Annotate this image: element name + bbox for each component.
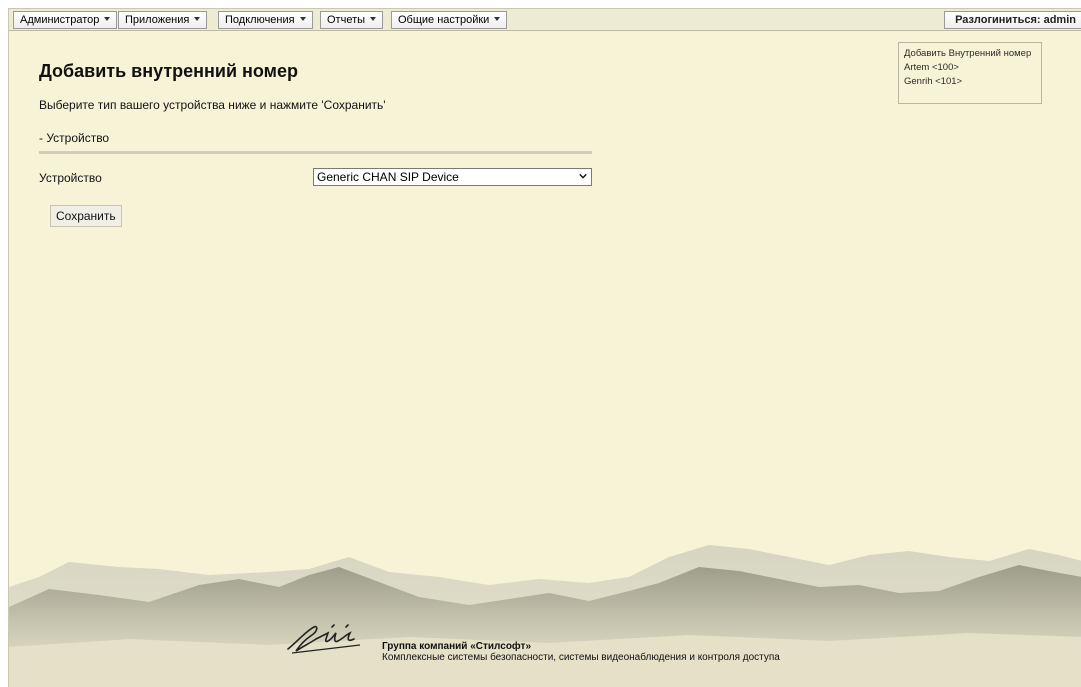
footer-text: Группа компаний «Стилсофт» Комплексные с… [382,641,780,663]
caret-down-icon [370,17,377,22]
menu-administrator[interactable]: Администратор [13,11,118,29]
menu-applications[interactable]: Приложения [118,11,208,29]
add-extension-link[interactable]: Добавить Внутренний номер [904,47,1041,61]
caret-down-icon [299,17,306,22]
chevron-down-icon [579,173,587,179]
section-device-toggle[interactable]: - Устройство [39,131,109,145]
device-label: Устройство [39,171,102,185]
menu-reports[interactable]: Отчеты [320,11,384,29]
app-frame: Администратор Приложения Подключения Отч… [8,8,1081,687]
mountains-illustration [9,545,1081,687]
page-title: Добавить внутренний номер [39,61,298,81]
top-menu-bar: Администратор Приложения Подключения Отч… [9,9,1081,31]
caret-down-icon [104,17,111,22]
menu-general-settings[interactable]: Общие настройки [391,11,508,29]
section-divider [39,151,592,154]
caret-down-icon [494,17,501,22]
footer-tagline: Комплексные системы безопасности, систем… [382,652,780,663]
caret-down-icon [194,17,201,22]
logout-button[interactable]: Разлогиниться: admin [944,11,1081,29]
menu-connections[interactable]: Подключения [218,11,313,29]
stilsoft-logo [287,624,361,654]
extension-item[interactable]: Genrih <101> [904,75,1041,89]
device-select-value: Generic CHAN SIP Device [317,170,459,184]
extensions-panel: Добавить Внутренний номер Artem <100> Ge… [898,42,1042,104]
footer-company: Группа компаний «Стилсофт» [382,641,532,652]
extension-item[interactable]: Artem <100> [904,61,1041,75]
save-button[interactable]: Сохранить [50,205,122,227]
instructions-text: Выберите тип вашего устройства ниже и на… [39,98,386,112]
device-select[interactable]: Generic CHAN SIP Device [313,168,592,186]
